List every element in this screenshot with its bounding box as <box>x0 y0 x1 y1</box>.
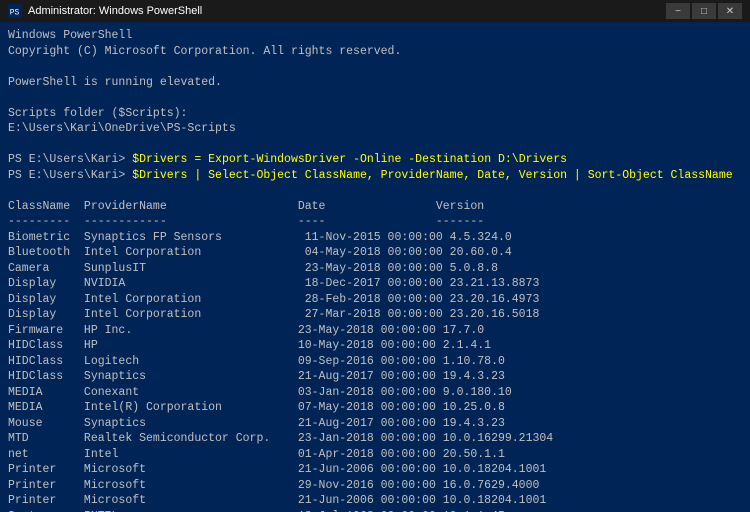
console-line: net Intel 01-Apr-2018 00:00:00 20.50.1.1 <box>8 447 742 463</box>
svg-text:PS: PS <box>10 9 20 18</box>
powershell-icon: PS <box>8 4 22 18</box>
console-line: MEDIA Conexant 03-Jan-2018 00:00:00 9.0.… <box>8 385 742 401</box>
console-line: Firmware HP Inc. 23-May-2018 00:00:00 17… <box>8 323 742 339</box>
console-line: Display Intel Corporation 28-Feb-2018 00… <box>8 292 742 308</box>
console-line: Camera SunplusIT 23-May-2018 00:00:00 5.… <box>8 261 742 277</box>
title-bar-left: PS Administrator: Windows PowerShell <box>8 4 202 18</box>
console-line: PowerShell is running elevated. <box>8 75 742 91</box>
console-line: Scripts folder ($Scripts): <box>8 106 742 122</box>
console-window: Windows PowerShellCopyright (C) Microsof… <box>0 22 750 512</box>
maximize-button[interactable]: □ <box>692 3 716 19</box>
title-bar: PS Administrator: Windows PowerShell − □… <box>0 0 750 22</box>
console-line: Printer Microsoft 21-Jun-2006 00:00:00 1… <box>8 493 742 509</box>
minimize-button[interactable]: − <box>666 3 690 19</box>
console-line <box>8 137 742 153</box>
console-line: Copyright (C) Microsoft Corporation. All… <box>8 44 742 60</box>
console-line: Printer Microsoft 21-Jun-2006 00:00:00 1… <box>8 462 742 478</box>
console-line <box>8 59 742 75</box>
console-line: Display Intel Corporation 27-Mar-2018 00… <box>8 307 742 323</box>
console-line: HIDClass HP 10-May-2018 00:00:00 2.1.4.1 <box>8 338 742 354</box>
console-line <box>8 90 742 106</box>
console-line: PS E:\Users\Kari> $Drivers | Select-Obje… <box>8 168 742 184</box>
console-line: Bluetooth Intel Corporation 04-May-2018 … <box>8 245 742 261</box>
console-line: Biometric Synaptics FP Sensors 11-Nov-20… <box>8 230 742 246</box>
console-line: MEDIA Intel(R) Corporation 07-May-2018 0… <box>8 400 742 416</box>
console-line: Display NVIDIA 18-Dec-2017 00:00:00 23.2… <box>8 276 742 292</box>
console-line: HIDClass Logitech 09-Sep-2016 00:00:00 1… <box>8 354 742 370</box>
console-line: Mouse Synaptics 21-Aug-2017 00:00:00 19.… <box>8 416 742 432</box>
console-line: ClassName ProviderName Date Version <box>8 199 742 215</box>
close-button[interactable]: ✕ <box>718 3 742 19</box>
title-bar-text: Administrator: Windows PowerShell <box>28 5 202 17</box>
console-line: E:\Users\Kari\OneDrive\PS-Scripts <box>8 121 742 137</box>
console-line: PS E:\Users\Kari> $Drivers = Export-Wind… <box>8 152 742 168</box>
console-line: HIDClass Synaptics 21-Aug-2017 00:00:00 … <box>8 369 742 385</box>
title-bar-controls: − □ ✕ <box>666 3 742 19</box>
console-line <box>8 183 742 199</box>
console-line: MTD Realtek Semiconductor Corp. 23-Jan-2… <box>8 431 742 447</box>
console-line: --------- ------------ ---- ------- <box>8 214 742 230</box>
console-line: Printer Microsoft 29-Nov-2016 00:00:00 1… <box>8 478 742 494</box>
console-line: Windows PowerShell <box>8 28 742 44</box>
